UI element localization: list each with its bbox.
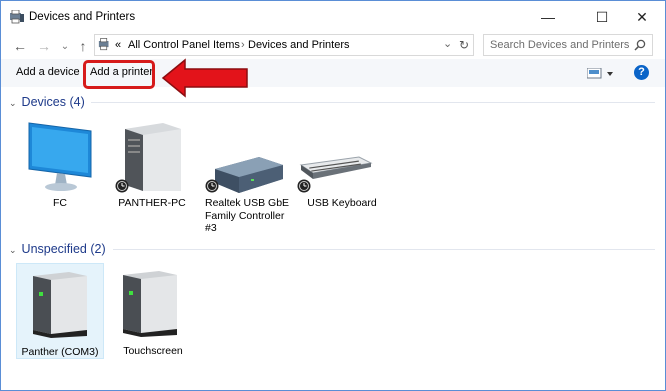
device-usb-keyboard[interactable]: USB Keyboard xyxy=(293,119,379,214)
group-divider xyxy=(113,249,655,250)
device-label: USB Keyboard xyxy=(307,197,377,209)
device-label: Panther (COM3) xyxy=(21,346,99,358)
device-box-icon xyxy=(121,269,179,337)
breadcrumb-overflow[interactable]: « xyxy=(115,39,121,51)
search-box[interactable]: Search Devices and Printers xyxy=(483,34,653,56)
device-label-line: Realtek USB GbE xyxy=(205,197,290,209)
add-a-device-button[interactable]: Add a device xyxy=(16,66,80,78)
minimize-button[interactable]: — xyxy=(525,1,571,33)
breadcrumb-devices-and-printers[interactable]: Devices and Printers xyxy=(248,39,350,51)
highlight-box xyxy=(83,60,155,89)
close-button[interactable]: ✕ xyxy=(619,1,665,33)
group-title: Devices (4) xyxy=(21,95,85,109)
back-button[interactable]: ← xyxy=(11,37,29,55)
address-location-icon xyxy=(98,38,112,51)
device-label-line: Family Controller xyxy=(205,209,285,222)
group-header-devices[interactable]: ⌄ Devices (4) xyxy=(9,95,85,109)
collapse-chevron-icon[interactable]: ⌄ xyxy=(9,98,17,108)
monitor-icon xyxy=(25,119,97,193)
device-panther-com3[interactable]: Panther (COM3) xyxy=(16,263,104,359)
device-label: FC xyxy=(53,197,67,209)
forward-button[interactable]: → xyxy=(35,37,53,55)
group-header-unspecified[interactable]: ⌄ Unspecified (2) xyxy=(9,242,106,256)
breadcrumb-separator[interactable]: › xyxy=(241,39,245,51)
network-adapter-icon xyxy=(213,155,285,195)
breadcrumb-all-control-panel-items[interactable]: All Control Panel Items xyxy=(128,39,240,51)
status-clock-icon xyxy=(205,179,219,193)
refresh-button[interactable]: ↻ xyxy=(459,38,469,52)
address-dropdown-button[interactable]: ⌄ xyxy=(443,37,452,50)
pc-tower-icon xyxy=(123,121,183,193)
device-label-line: #3 xyxy=(205,222,217,234)
devices-printers-app-icon xyxy=(9,10,25,24)
device-label: Realtek USB GbE Family Controller #3 xyxy=(205,197,291,235)
title-bar: Devices and Printers — ☐ ✕ xyxy=(1,1,665,33)
device-panther-pc[interactable]: PANTHER-PC xyxy=(109,119,195,214)
collapse-chevron-icon[interactable]: ⌄ xyxy=(9,245,17,255)
recent-locations-button[interactable]: ⌄ xyxy=(56,37,74,55)
window-title: Devices and Printers xyxy=(29,11,136,23)
device-realtek-usb-gbe[interactable]: Realtek USB GbE Family Controller #3 xyxy=(203,119,289,237)
up-button[interactable]: ↑ xyxy=(74,37,92,55)
device-fc[interactable]: FC xyxy=(21,119,99,214)
device-label: PANTHER-PC xyxy=(118,197,186,209)
devices-and-printers-window: Devices and Printers — ☐ ✕ ← → ⌄ ↑ « All… xyxy=(0,0,666,391)
device-label: Touchscreen xyxy=(123,345,183,357)
address-bar-row: ← → ⌄ ↑ « All Control Panel Items › Devi… xyxy=(1,33,665,59)
address-field[interactable]: « All Control Panel Items › Devices and … xyxy=(94,34,474,56)
device-box-icon xyxy=(31,270,89,338)
group-title: Unspecified (2) xyxy=(21,242,106,256)
red-arrow-annotation xyxy=(161,57,249,99)
group-divider xyxy=(91,102,655,103)
search-icon[interactable] xyxy=(634,39,646,51)
help-button[interactable]: ? xyxy=(634,65,649,80)
view-options-icon[interactable] xyxy=(587,68,613,79)
status-clock-icon xyxy=(115,179,129,193)
search-placeholder: Search Devices and Printers xyxy=(490,39,630,51)
device-touchscreen[interactable]: Touchscreen xyxy=(111,263,195,359)
status-clock-icon xyxy=(297,179,311,193)
